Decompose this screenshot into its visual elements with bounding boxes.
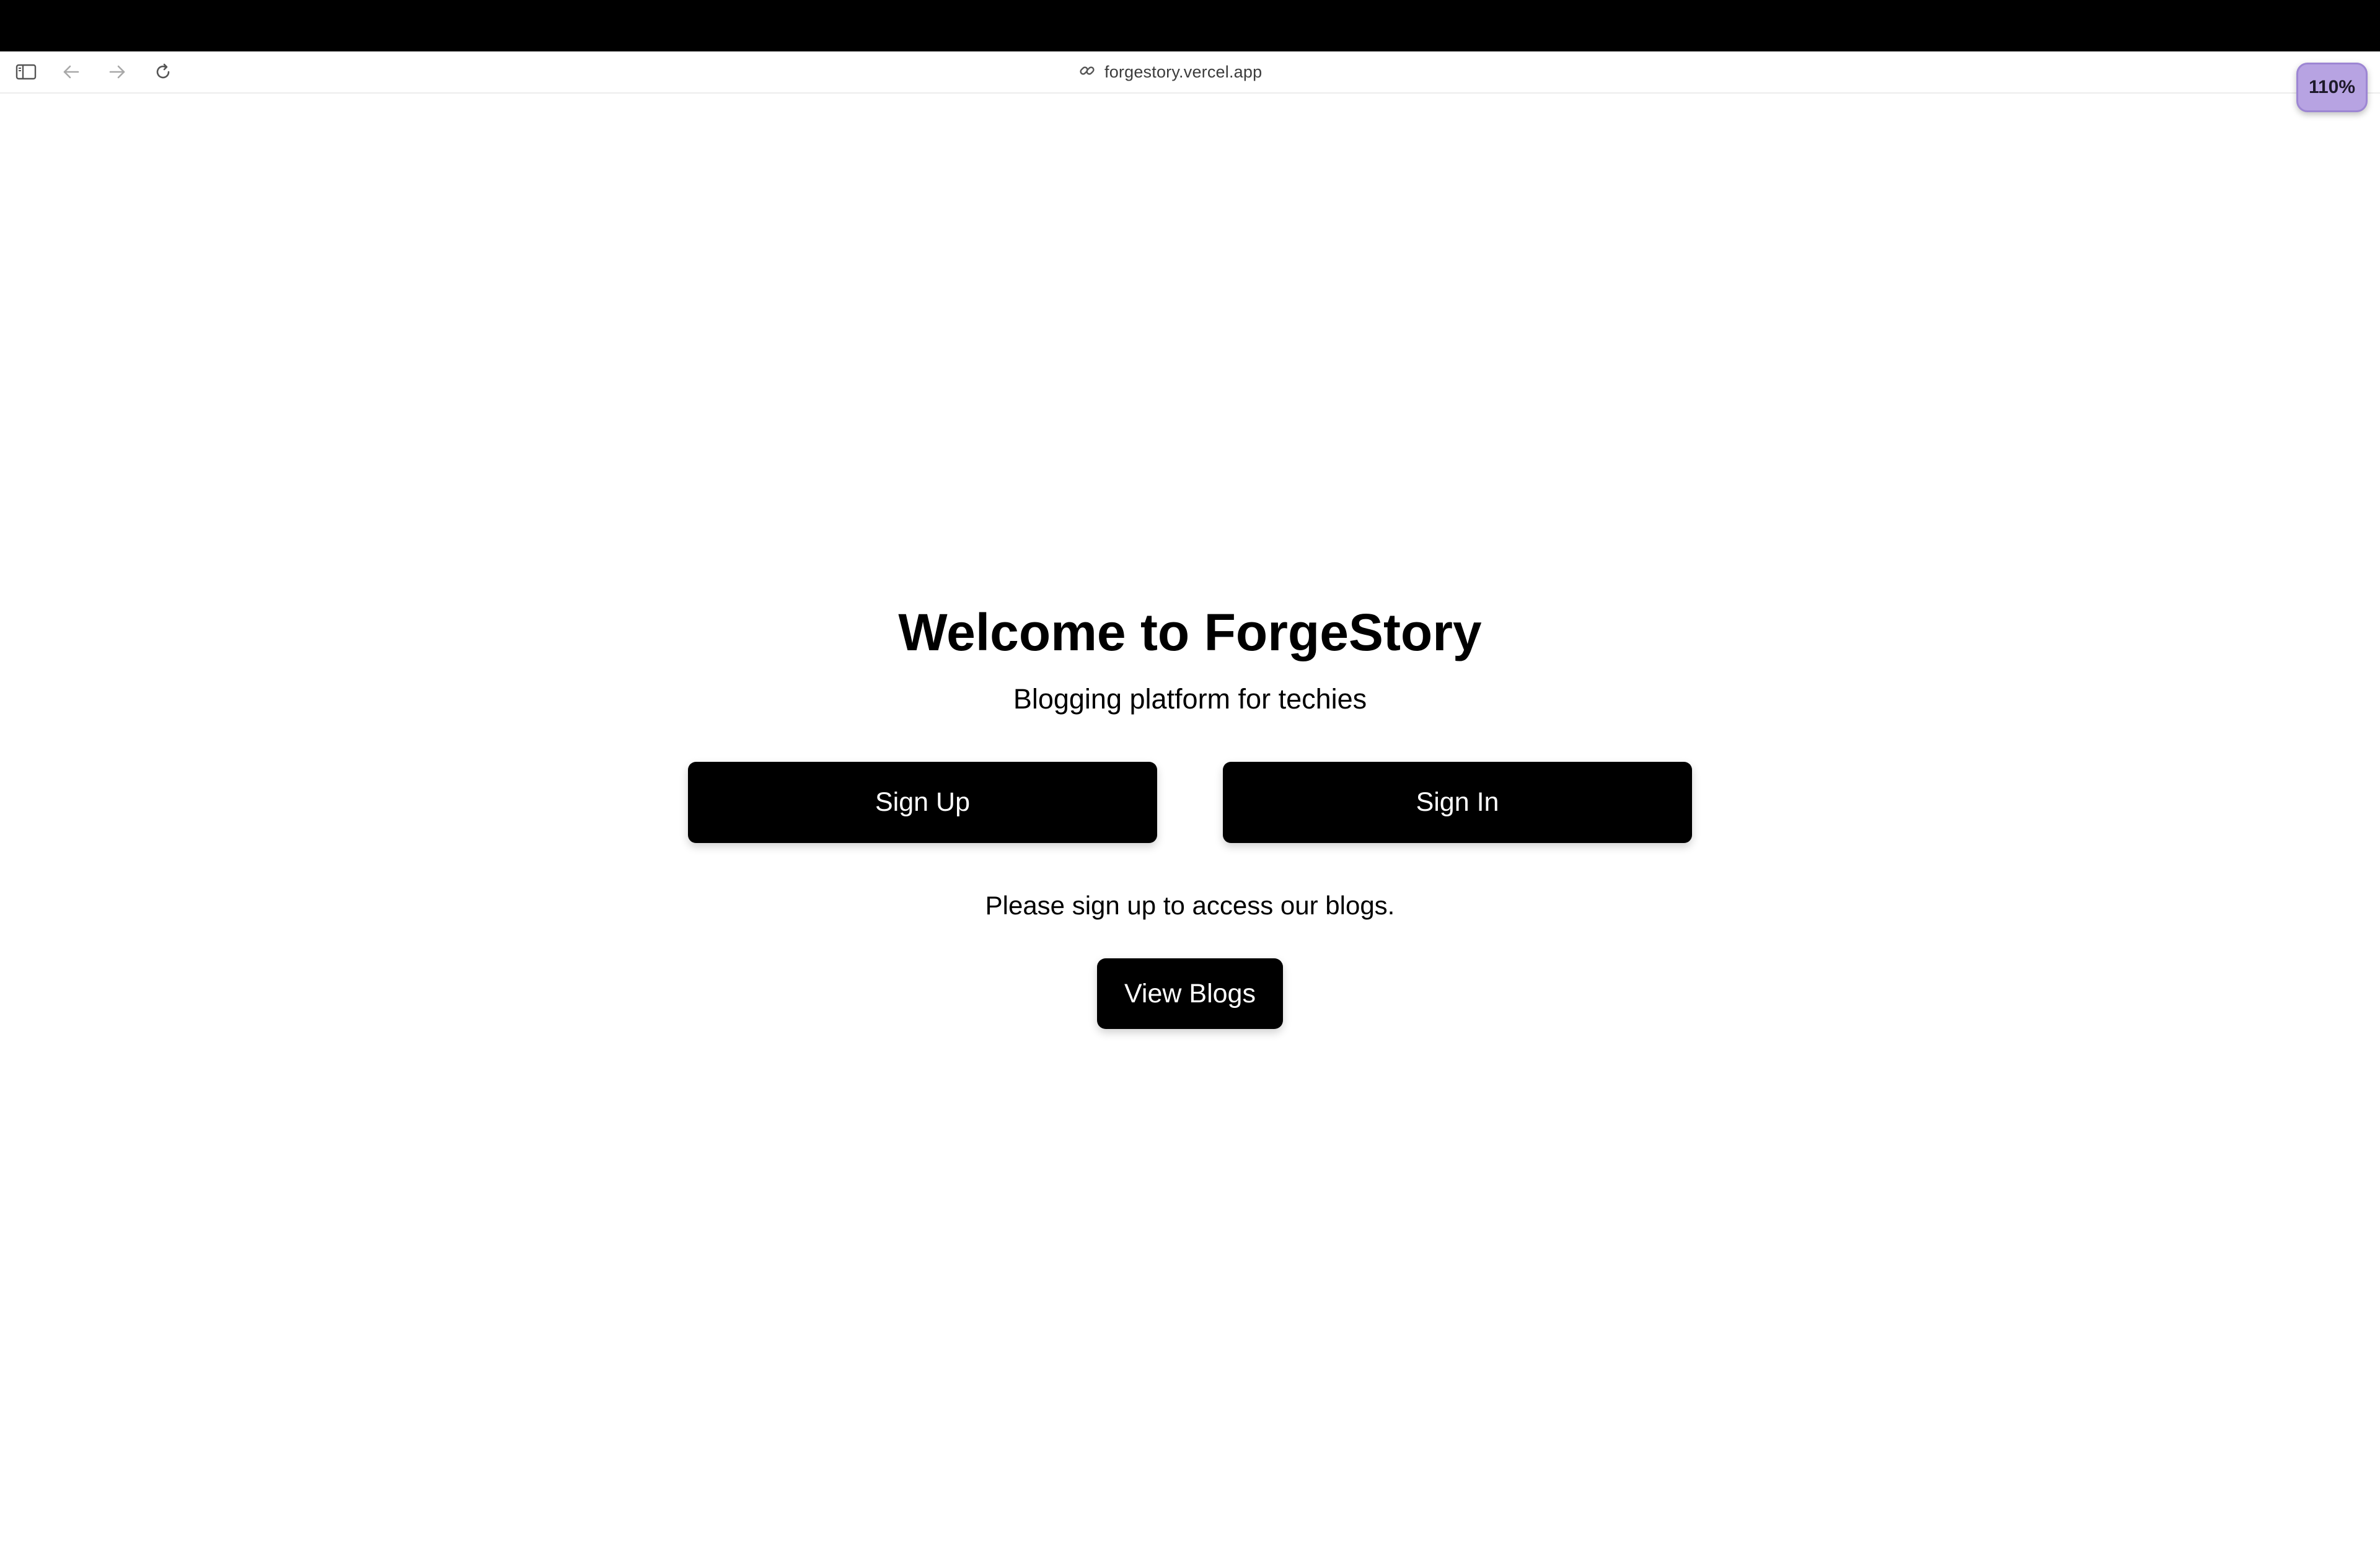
sign-up-button[interactable]: Sign Up	[688, 762, 1157, 843]
zoom-level-badge[interactable]: 110%	[2296, 63, 2368, 112]
reload-icon[interactable]	[151, 60, 175, 84]
link-icon	[1078, 62, 1096, 82]
forward-arrow-icon[interactable]	[105, 60, 130, 84]
browser-toolbar: forgestory.vercel.app	[0, 51, 2380, 94]
page-subtitle: Blogging platform for techies	[1013, 683, 1367, 715]
view-blogs-button[interactable]: View Blogs	[1097, 958, 1283, 1029]
signup-notice: Please sign up to access our blogs.	[985, 891, 1395, 920]
url-text: forgestory.vercel.app	[1104, 62, 1263, 81]
system-menu-bar	[0, 0, 2380, 51]
sidebar-toggle-icon[interactable]	[14, 60, 38, 84]
page-title: Welcome to ForgeStory	[898, 603, 1482, 661]
address-bar[interactable]: forgestory.vercel.app	[1078, 61, 1262, 82]
sign-in-button[interactable]: Sign In	[1223, 762, 1692, 843]
back-arrow-icon[interactable]	[59, 60, 84, 84]
